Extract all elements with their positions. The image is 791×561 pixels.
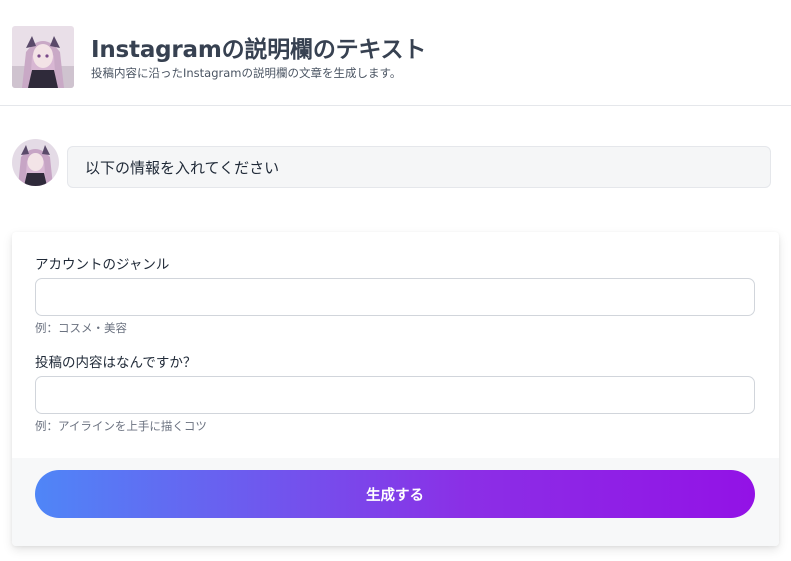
page-title: Instagramの説明欄のテキスト [91,37,427,63]
page-subtitle: 投稿内容に沿ったInstagramの説明欄の文章を生成します。 [91,66,402,80]
account-genre-hint: 例：コスメ・美容 [35,321,127,335]
post-content-input[interactable] [35,376,755,414]
input-form-card: アカウントのジャンル 例：コスメ・美容 投稿の内容はなんですか？ 例：アイライン… [12,232,779,546]
assistant-message-text: 以下の情報を入れてください [85,158,280,177]
post-content-hint: 例：アイラインを上手に描くコツ [35,419,207,433]
post-content-label: 投稿の内容はなんですか？ [35,355,197,371]
assistant-message: 以下の情報を入れてください [67,146,771,188]
form-footer: 生成する [12,458,779,546]
account-genre-input[interactable] [35,278,755,316]
header-avatar-image [12,26,74,88]
generate-button[interactable]: 生成する [35,470,755,518]
assistant-avatar [12,139,59,186]
account-genre-label: アカウントのジャンル [35,257,170,273]
app-header: Instagramの説明欄のテキスト 投稿内容に沿ったInstagramの説明欄… [0,0,791,106]
